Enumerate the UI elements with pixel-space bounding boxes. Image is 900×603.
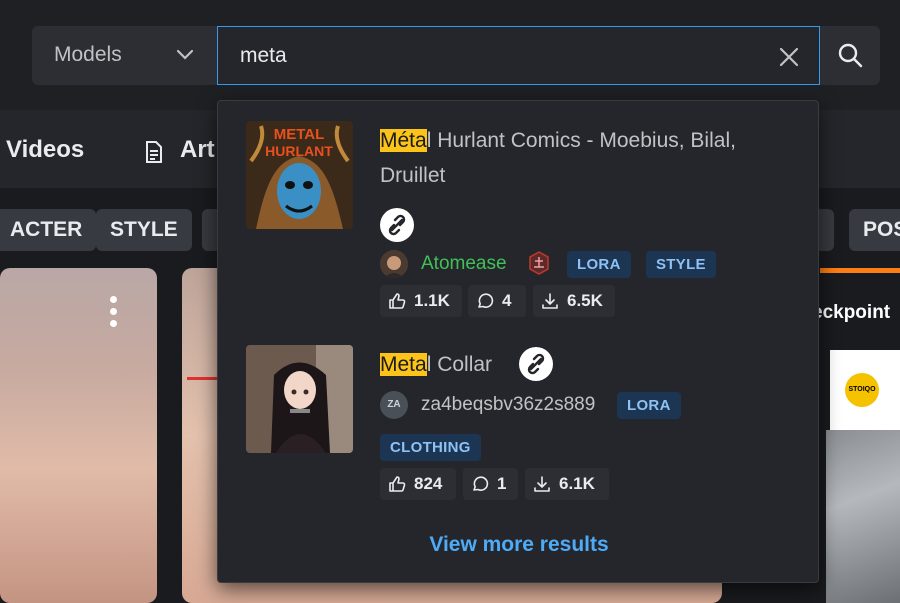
nav-tab-videos[interactable]: Videos (6, 136, 84, 164)
link-icon (519, 347, 553, 381)
svg-text:METAL: METAL (274, 126, 325, 143)
comments-stat: 1 (463, 468, 518, 500)
category-badge: STYLE (646, 251, 716, 278)
svg-text:HURLANT: HURLANT (265, 143, 333, 159)
download-icon (542, 293, 558, 309)
stoiqo-logo: STOIQO (830, 350, 900, 430)
model-card-image[interactable] (0, 268, 157, 603)
download-icon (534, 476, 550, 492)
comment-icon (473, 476, 489, 491)
downloads-stat: 6.1K (525, 468, 609, 500)
type-badge: LORA (567, 251, 631, 278)
close-icon[interactable] (776, 44, 802, 70)
category-badge: CLOTHING (380, 434, 481, 461)
creator-badge-icon (527, 251, 551, 275)
result-title[interactable]: Métal Hurlant Comics - Moebius, Bilal, Dr… (380, 123, 800, 193)
result-username[interactable]: za4beqsbv36z2s889 (421, 394, 595, 416)
thumbs-up-icon (389, 293, 406, 309)
likes-stat: 1.1K (380, 285, 462, 317)
checkpoint-label: eckpoint (812, 302, 891, 323)
downloads-stat: 6.5K (533, 285, 615, 317)
more-options-icon[interactable] (108, 296, 118, 330)
comment-icon (478, 293, 494, 308)
nav-tab-articles[interactable]: Art (180, 136, 215, 164)
search-type-label: Models (54, 43, 122, 66)
type-badge: LORA (617, 392, 681, 419)
search-results-dropdown: METAL HURLANT Métal Hurlant Comics - Moe… (217, 100, 819, 583)
avatar[interactable] (380, 250, 408, 278)
link-icon (380, 208, 414, 242)
search-icon (838, 43, 863, 68)
comments-stat: 4 (468, 285, 526, 317)
result-thumbnail[interactable]: METAL HURLANT (246, 121, 353, 229)
red-line (187, 377, 217, 380)
search-button[interactable] (820, 26, 880, 85)
search-input[interactable]: meta (217, 26, 820, 85)
category-pill-style[interactable]: STYLE (96, 209, 192, 251)
avatar[interactable]: ZA (380, 391, 408, 419)
result-username[interactable]: Atomease (421, 253, 507, 275)
thumbs-up-icon (389, 476, 406, 492)
result-thumbnail[interactable] (246, 345, 353, 453)
likes-stat: 824 (380, 468, 456, 500)
chevron-down-icon[interactable] (176, 49, 194, 61)
statue-image (826, 430, 900, 603)
category-pill-poses[interactable]: POS (849, 209, 900, 251)
result-title[interactable]: Metal Collar (380, 347, 492, 382)
article-icon (145, 141, 163, 168)
view-more-results-link[interactable]: View more results (218, 533, 820, 557)
search-query[interactable]: meta (240, 44, 287, 68)
category-pill-character[interactable]: ACTER (0, 209, 97, 251)
